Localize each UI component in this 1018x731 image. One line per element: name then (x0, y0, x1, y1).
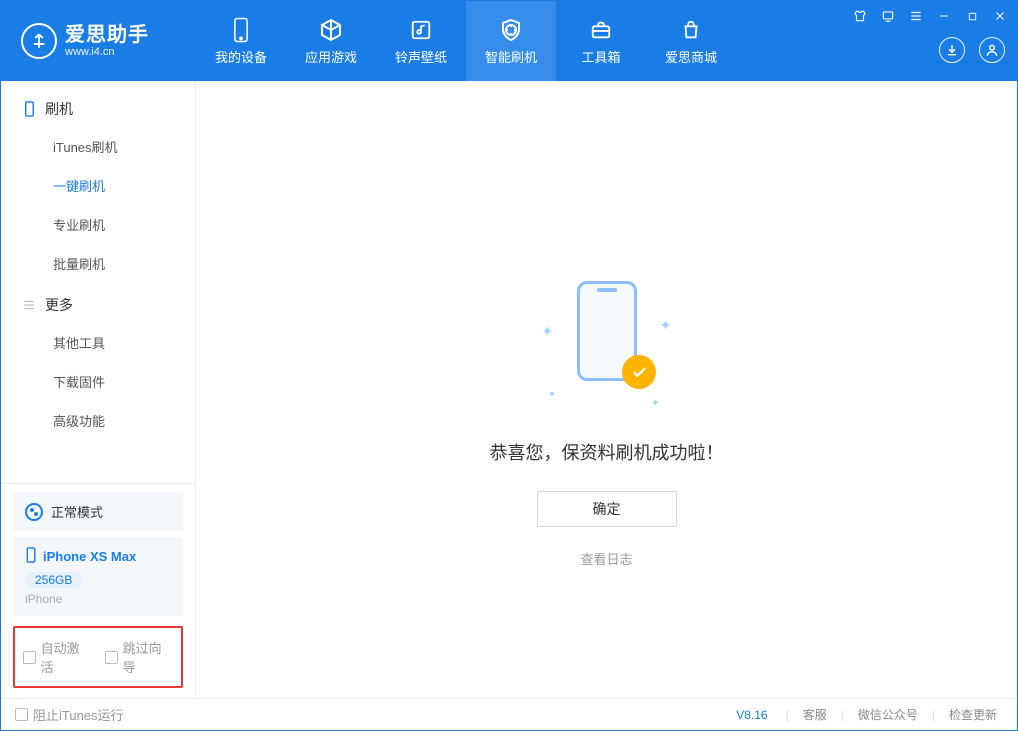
window-controls (851, 7, 1009, 25)
maximize-button[interactable] (963, 7, 981, 25)
skin-button[interactable] (851, 7, 869, 25)
success-message: 恭喜您，保资料刷机成功啦！ (490, 439, 724, 465)
mode-label: 正常模式 (51, 502, 103, 521)
separator: | (841, 708, 844, 722)
main-content: ✦ ✦ • ✦ 恭喜您，保资料刷机成功啦！ 确定 查看日志 (196, 81, 1017, 698)
sidebar-item-batch-flash[interactable]: 批量刷机 (1, 244, 195, 283)
block-itunes-checkbox[interactable]: 阻止iTunes运行 (15, 705, 124, 724)
minimize-button[interactable] (935, 7, 953, 25)
menu-button[interactable] (907, 7, 925, 25)
device-icon (228, 17, 254, 43)
user-button[interactable] (979, 37, 1005, 63)
sidebar-item-download-firmware[interactable]: 下载固件 (1, 362, 195, 401)
section-title: 刷机 (45, 99, 73, 119)
cube-icon (318, 17, 344, 43)
feedback-button[interactable] (879, 7, 897, 25)
footer-link-wechat[interactable]: 微信公众号 (852, 706, 924, 723)
device-icon (25, 547, 37, 566)
nav-label: 爱思商城 (665, 47, 717, 66)
nav-label: 我的设备 (215, 47, 267, 66)
version-label: V8.16 (736, 708, 767, 722)
nav-label: 应用游戏 (305, 47, 357, 66)
options-box: 自动激活 跳过向导 (13, 626, 183, 688)
nav-label: 工具箱 (581, 47, 620, 66)
success-illustration: ✦ ✦ • ✦ (532, 281, 682, 411)
sidebar-item-itunes-flash[interactable]: iTunes刷机 (1, 127, 195, 166)
device-storage-badge: 256GB (25, 572, 82, 588)
checkbox-icon (23, 651, 36, 664)
checkbox-label: 阻止iTunes运行 (33, 705, 124, 724)
device-name: iPhone XS Max (43, 549, 136, 564)
header-right (939, 37, 1005, 63)
checkbox-label: 自动激活 (41, 638, 91, 676)
sidebar-item-advanced[interactable]: 高级功能 (1, 401, 195, 440)
device-card[interactable]: iPhone XS Max 256GB iPhone (13, 537, 183, 616)
sidebar-bottom: 正常模式 iPhone XS Max 256GB iPhone 自动激活 (1, 483, 195, 698)
nav-apps-games[interactable]: 应用游戏 (286, 1, 376, 81)
sidebar-item-pro-flash[interactable]: 专业刷机 (1, 205, 195, 244)
sparkle-icon: ✦ (660, 317, 672, 334)
sidebar-menu: 刷机 iTunes刷机 一键刷机 专业刷机 批量刷机 更多 其他工具 下载固件 … (1, 81, 195, 483)
shield-icon (498, 17, 524, 43)
toolbox-icon (588, 17, 614, 43)
separator: | (786, 708, 789, 722)
app-window: 爱思助手 www.i4.cn 我的设备 应用游戏 铃声壁纸 智能刷机 (0, 0, 1018, 731)
mode-icon (25, 503, 43, 521)
skip-guide-checkbox[interactable]: 跳过向导 (105, 638, 173, 676)
body: 刷机 iTunes刷机 一键刷机 专业刷机 批量刷机 更多 其他工具 下载固件 … (1, 81, 1017, 698)
logo: 爱思助手 www.i4.cn (1, 23, 196, 59)
mode-card[interactable]: 正常模式 (13, 492, 183, 531)
view-log-link[interactable]: 查看日志 (580, 549, 632, 568)
close-button[interactable] (991, 7, 1009, 25)
check-badge-icon (622, 355, 656, 389)
nav-smart-flash[interactable]: 智能刷机 (466, 1, 556, 81)
nav-label: 铃声壁纸 (395, 47, 447, 66)
sparkle-icon: ✦ (542, 323, 554, 340)
app-name: 爱思助手 (65, 24, 149, 46)
app-url: www.i4.cn (65, 46, 149, 58)
footer: 阻止iTunes运行 V8.16 | 客服 | 微信公众号 | 检查更新 (1, 698, 1017, 730)
sidebar-section-flash: 刷机 (1, 87, 195, 127)
nav-toolbox[interactable]: 工具箱 (556, 1, 646, 81)
phone-icon (21, 101, 37, 117)
nav-my-device[interactable]: 我的设备 (196, 1, 286, 81)
sparkle-icon: • (550, 385, 555, 401)
nav-shop[interactable]: 爱思商城 (646, 1, 736, 81)
footer-links: V8.16 | 客服 | 微信公众号 | 检查更新 (736, 706, 1003, 723)
checkbox-label: 跳过向导 (123, 638, 173, 676)
device-type: iPhone (25, 592, 171, 606)
logo-icon (21, 23, 57, 59)
nav-ringtone-wallpaper[interactable]: 铃声壁纸 (376, 1, 466, 81)
list-icon (21, 297, 37, 313)
header: 爱思助手 www.i4.cn 我的设备 应用游戏 铃声壁纸 智能刷机 (1, 1, 1017, 81)
main-nav: 我的设备 应用游戏 铃声壁纸 智能刷机 工具箱 爱思商城 (196, 1, 736, 81)
sidebar-item-other-tools[interactable]: 其他工具 (1, 323, 195, 362)
sparkle-icon: ✦ (651, 398, 659, 409)
device-name-row: iPhone XS Max (25, 547, 171, 566)
confirm-button[interactable]: 确定 (537, 491, 677, 527)
checkbox-icon (15, 708, 28, 721)
sidebar: 刷机 iTunes刷机 一键刷机 专业刷机 批量刷机 更多 其他工具 下载固件 … (1, 81, 196, 698)
footer-link-support[interactable]: 客服 (797, 706, 833, 723)
section-title: 更多 (45, 295, 73, 315)
nav-label: 智能刷机 (485, 47, 537, 66)
separator: | (932, 708, 935, 722)
checkbox-icon (105, 651, 118, 664)
logo-text: 爱思助手 www.i4.cn (65, 24, 149, 58)
footer-link-update[interactable]: 检查更新 (943, 706, 1003, 723)
shop-icon (678, 17, 704, 43)
sidebar-item-onekey-flash[interactable]: 一键刷机 (1, 166, 195, 205)
music-icon (408, 17, 434, 43)
download-button[interactable] (939, 37, 965, 63)
auto-activate-checkbox[interactable]: 自动激活 (23, 638, 91, 676)
sidebar-section-more: 更多 (1, 283, 195, 323)
